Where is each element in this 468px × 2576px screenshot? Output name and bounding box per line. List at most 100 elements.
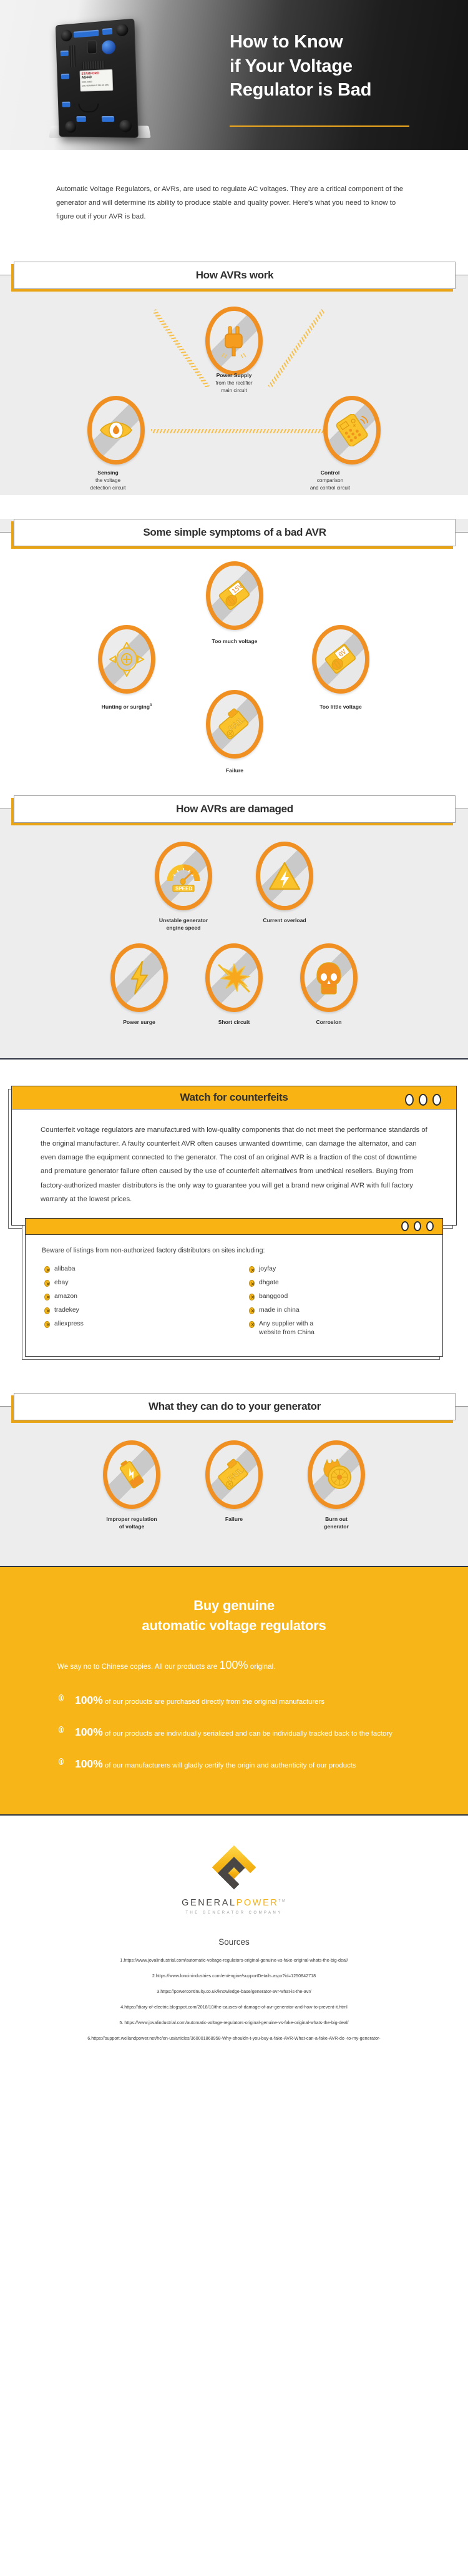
window-close-button[interactable] (426, 1221, 434, 1231)
mounting-hole (65, 121, 77, 133)
speedometer-icon: SPEED (155, 841, 212, 910)
window-maximize-button[interactable] (419, 1094, 427, 1106)
window-close-button[interactable] (432, 1094, 441, 1106)
site-list-item: amazon (44, 1292, 222, 1302)
mounting-hole (115, 23, 129, 37)
site-name: amazon (54, 1292, 77, 1300)
damage-cell-corrosion: Corrosion (300, 943, 358, 1026)
bullet-marker-icon (59, 1694, 64, 1702)
damage-label: Unstable generator engine speed (159, 917, 208, 932)
black-capacitor (87, 39, 97, 54)
sources-heading: Sources (218, 1937, 250, 1947)
heatsink (69, 45, 76, 67)
heading-label: What they can do to your generator (149, 1400, 321, 1413)
damage-cell-current-overload: Current overload (256, 841, 313, 932)
diagram-caption-control: Control comparison and control circuit (271, 469, 389, 493)
terminal-block (102, 27, 113, 36)
x-mark-icon (44, 1320, 50, 1328)
cta-lead-post: original. (248, 1663, 276, 1671)
damage-label: Short circuit (218, 1018, 250, 1026)
x-mark-icon (44, 1293, 50, 1300)
source-item: 2.https://www.loncinindustries.com/en/en… (152, 1972, 316, 1979)
terminal-block (101, 116, 115, 122)
bullet-marker-icon (59, 1726, 64, 1734)
window-frame: Watch for counterfeits Counterfeit volta… (11, 1086, 457, 1226)
cta-title-line1: Buy genuine (193, 1597, 275, 1613)
caption-line2: and control circuit (310, 485, 351, 491)
x-mark-icon (249, 1320, 255, 1328)
caption-line1: comparison (316, 478, 344, 483)
window-titlebar: Watch for counterfeits (12, 1086, 456, 1110)
damaged-row-1: SPEED Unstable generator engine speed Cu… (0, 841, 468, 932)
counterfeits-paragraph: Counterfeit voltage regulators are manuf… (41, 1126, 427, 1203)
site-list-item: banggood (249, 1292, 426, 1302)
trademark-symbol: TM (278, 1899, 286, 1903)
damage-label-line1: Corrosion (316, 1018, 342, 1025)
high-voltage-warning-icon (256, 841, 313, 910)
cta-lead: We say no to Chinese copies. All our pro… (57, 1656, 411, 1674)
symptom-node-failure: FAIL (206, 689, 263, 759)
caption-line1: from the rectifier (215, 380, 253, 386)
source-item: 5. https://www.jovalindustrial.com/autom… (119, 2020, 349, 2026)
window-body: Beware of listings from non-authorized f… (26, 1235, 442, 1356)
diagram-connector (151, 428, 326, 433)
site-list-item: dhgate (249, 1279, 426, 1288)
heading-plate: How AVRs work (14, 261, 456, 289)
blue-capacitor (101, 39, 116, 55)
skull-icon (300, 943, 358, 1012)
cta-title-line2: automatic voltage regulators (142, 1617, 326, 1633)
window-minimize-button[interactable] (401, 1221, 409, 1231)
heading-label: How AVRs work (195, 268, 274, 281)
jumper-wire (78, 103, 99, 113)
heading-label: How AVRs are damaged (176, 802, 293, 815)
how-avrs-work-section: How AVRs work Power Supply from the rect… (0, 251, 468, 495)
bullet-text: of our manufacturers will gladly certify… (102, 1762, 356, 1770)
avr-product-photo: STAMFORD AS440 E000-24463 USE TERMINALS … (49, 18, 161, 144)
effect-cell-improper-regulation: Improper regulation of voltage (103, 1440, 160, 1531)
damage-label: Current overload (263, 917, 306, 924)
logo-word-general: GENERAL (182, 1897, 236, 1908)
avr-circuit-board: STAMFORD AS440 E000-24463 USE TERMINALS … (55, 18, 139, 139)
effect-label-line1: Burn out (325, 1516, 348, 1523)
site-name: aliexpress (54, 1320, 84, 1327)
diagram-node-power-supply (205, 306, 263, 375)
page-title: How to Know if Your Voltage Regulator is… (230, 30, 442, 102)
window-body: Counterfeit voltage regulators are manuf… (12, 1109, 456, 1225)
generator-effects-section: What they can do to your generator Impro… (0, 1393, 468, 1566)
site-name: made in china (259, 1306, 300, 1314)
window-titlebar (26, 1218, 442, 1235)
meter-low-voltage-icon: 0V (312, 624, 369, 694)
window-controls[interactable] (405, 1094, 441, 1106)
damage-label-line1: Power surge (123, 1018, 155, 1025)
cta-bullet-item: 100% of our manufacturers will gladly ce… (57, 1754, 411, 1774)
x-mark-icon (44, 1280, 50, 1287)
effect-label-line1: Improper regulation (106, 1516, 157, 1523)
window-controls[interactable] (401, 1221, 434, 1231)
counterfeits-section: Watch for counterfeits Counterfeit volta… (0, 1059, 468, 1394)
logo-wordmark: GENERALPOWERTM (0, 1898, 468, 1908)
heading-plate: Some simple symptoms of a bad AVR (14, 518, 456, 546)
damage-label-line1: Unstable generator (158, 917, 208, 923)
sites-column-left: alibaba ebay amazon tradekey aliexpress (44, 1265, 222, 1342)
sites-column-right: joyfay dhgate banggood made in china Any… (249, 1265, 426, 1342)
brand-footer: GENERALPOWERTM THE GENERATOR COMPANY (0, 1815, 468, 1929)
diagram-node-control (323, 395, 381, 465)
damage-cell-power-surge: Power surge (110, 943, 168, 1026)
section-heading-generator-effects: What they can do to your generator (0, 1393, 468, 1423)
x-mark-icon (249, 1307, 255, 1314)
window-maximize-button[interactable] (414, 1221, 421, 1231)
cta-bullet-list: 100% of our products are purchased direc… (57, 1691, 411, 1774)
damage-cell-unstable-speed: SPEED Unstable generator engine speed (155, 841, 212, 932)
fail-tag-icon: FAIL (205, 1440, 263, 1510)
fail-tag-icon: FAIL (206, 689, 263, 759)
effect-label-line2: of voltage (119, 1523, 145, 1530)
window-minimize-button[interactable] (405, 1094, 414, 1106)
sources-section: Sources 1.https://www.jovalindustrial.co… (0, 1928, 468, 2080)
mounting-hole (119, 120, 132, 132)
site-list-item: joyfay (249, 1265, 426, 1274)
heading-side-rule (456, 531, 468, 533)
site-list-item: ebay (44, 1279, 222, 1288)
bullet-percent: 100% (75, 1757, 103, 1771)
section-heading-symptoms: Some simple symptoms of a bad AVR (0, 518, 468, 549)
diagram-caption-power-supply: Power Supply from the rectifier main cir… (175, 371, 293, 395)
